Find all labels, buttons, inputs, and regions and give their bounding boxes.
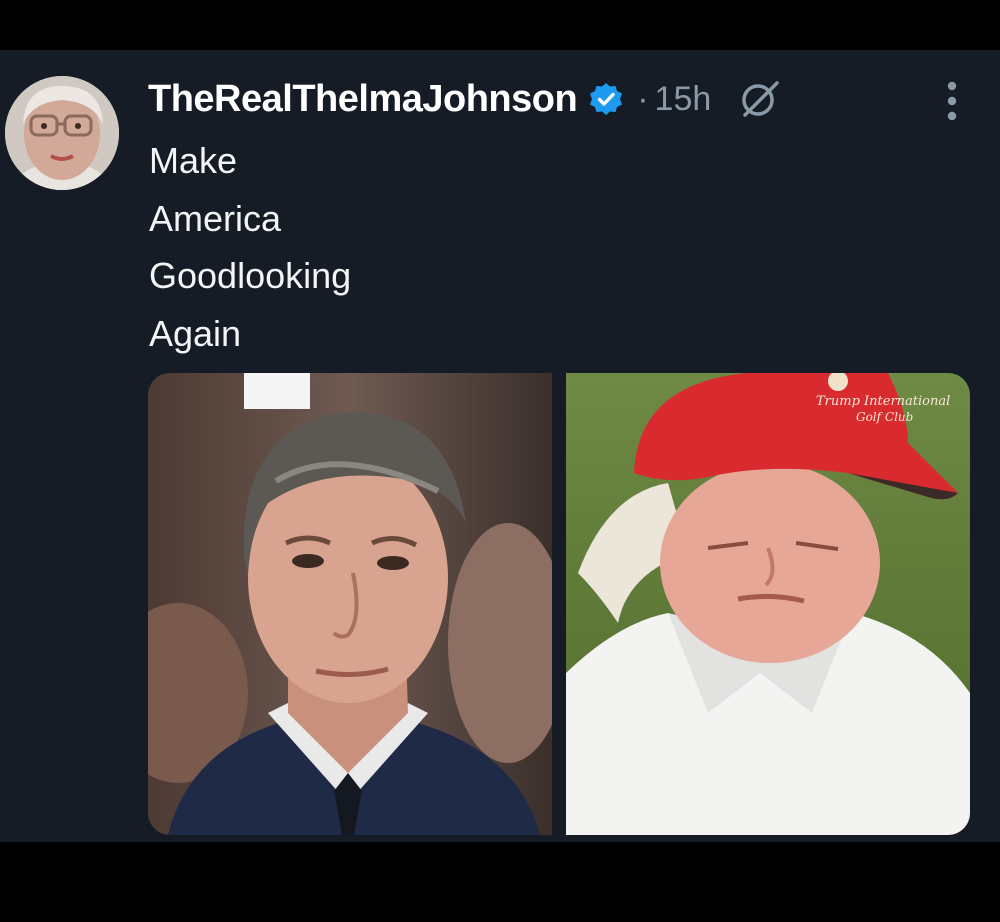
tweet-header: TheRealThelmaJohnson · 15h xyxy=(148,72,781,126)
media-photo-left[interactable] xyxy=(148,373,568,835)
tweet-text-line: America xyxy=(149,197,282,239)
cap-text-line2: Golf Club xyxy=(856,410,913,424)
grok-icon[interactable] xyxy=(737,77,781,121)
media-grid[interactable]: Trump International Golf Club xyxy=(148,373,970,835)
more-vertical-icon[interactable] xyxy=(942,78,962,124)
separator-dot: · xyxy=(637,79,649,118)
tweet-card[interactable]: TheRealThelmaJohnson · 15h Make America … xyxy=(0,50,1000,842)
media-photo-right[interactable]: Trump International Golf Club xyxy=(566,373,970,835)
tweet-text: Make America Goodlooking Again xyxy=(149,132,351,362)
timestamp[interactable]: 15h xyxy=(655,80,712,119)
avatar[interactable] xyxy=(5,76,119,190)
avatar-portrait xyxy=(5,76,119,190)
tweet-text-line: Again xyxy=(149,312,242,354)
verified-badge-icon xyxy=(589,82,623,116)
tweet-text-line: Make xyxy=(149,140,238,181)
display-name[interactable]: TheRealThelmaJohnson xyxy=(148,78,578,121)
cap-text-line1: Trump International xyxy=(816,394,950,409)
tweet-text-line: Goodlooking xyxy=(149,255,352,296)
